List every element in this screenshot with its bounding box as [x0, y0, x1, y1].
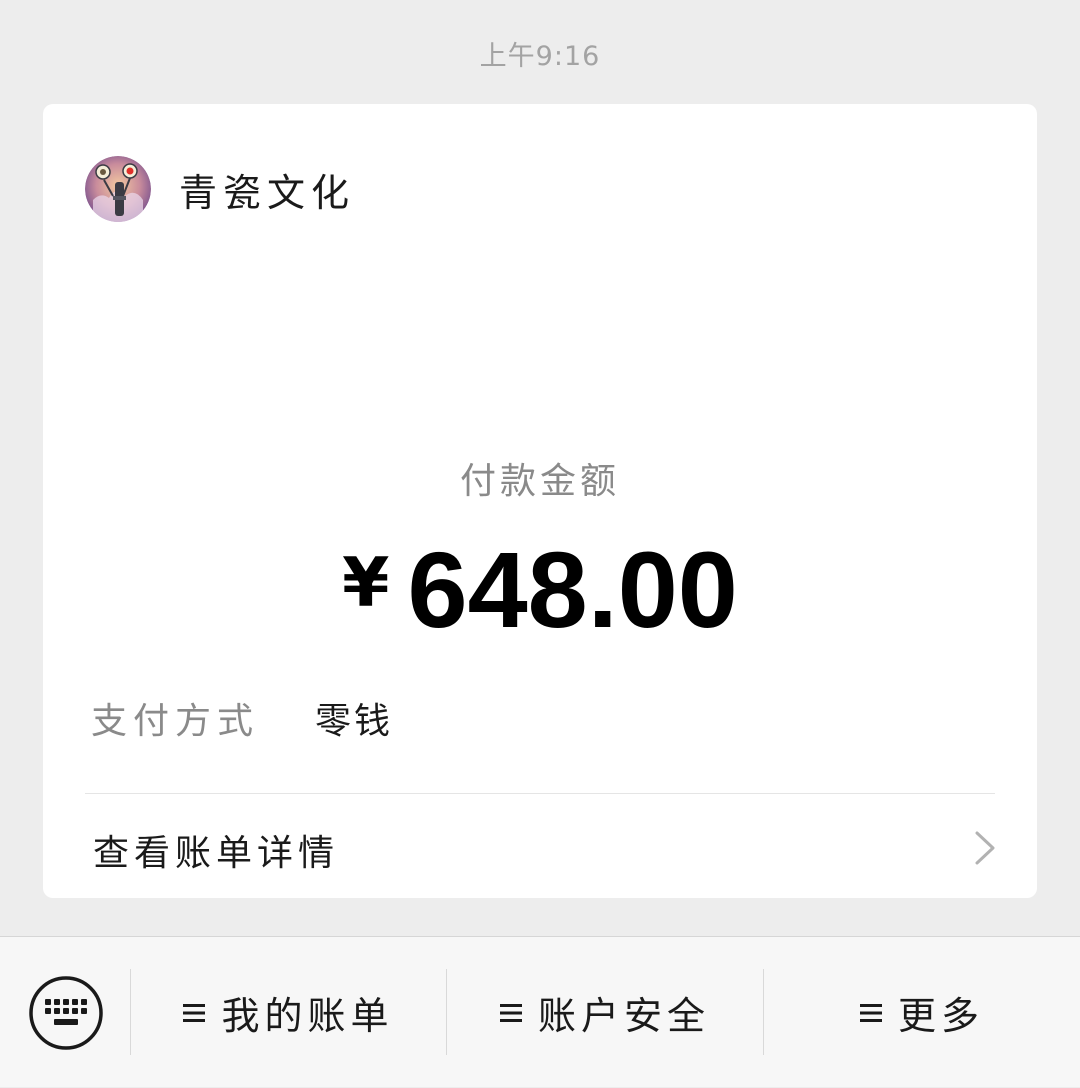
amount-label: 付款金额 [459, 461, 620, 502]
message-timestamp: 上午9:16 [479, 41, 601, 72]
menu-lines-icon [183, 1003, 206, 1022]
currency-symbol: ¥ [342, 544, 390, 623]
payment-method-value: 零钱 [315, 701, 394, 742]
menu-lines-icon [859, 1003, 882, 1022]
view-bill-details-link[interactable]: 查看账单详情 [43, 794, 1037, 898]
bottom-menu-bar: 我的账单 账户安全 更多 [0, 936, 1080, 1087]
chevron-right-icon [975, 831, 995, 865]
payment-method-label: 支付方式 [91, 701, 260, 742]
menu-more[interactable]: 更多 [764, 937, 1080, 1088]
menu-more-label: 更多 [897, 994, 984, 1038]
menu-account-security[interactable]: 账户安全 [447, 937, 763, 1088]
payment-amount: ¥648.00 [43, 534, 1037, 646]
menu-my-bills-label: 我的账单 [221, 994, 394, 1038]
menu-lines-icon [499, 1003, 522, 1022]
payment-receipt-card[interactable]: 青瓷文化 付款金额 ¥648.00 支付方式 零钱 查看账单详情 [43, 104, 1037, 898]
keyboard-icon[interactable] [28, 975, 104, 1051]
view-bill-details-label: 查看账单详情 [93, 833, 340, 874]
merchant-avatar[interactable] [85, 156, 151, 222]
merchant-name[interactable]: 青瓷文化 [179, 162, 355, 217]
menu-account-security-label: 账户安全 [537, 994, 710, 1038]
merchant-header[interactable]: 青瓷文化 [85, 156, 355, 222]
payment-method-row: 支付方式 零钱 [91, 692, 393, 744]
menu-my-bills[interactable]: 我的账单 [131, 937, 446, 1088]
amount-value: 648.00 [407, 529, 738, 650]
